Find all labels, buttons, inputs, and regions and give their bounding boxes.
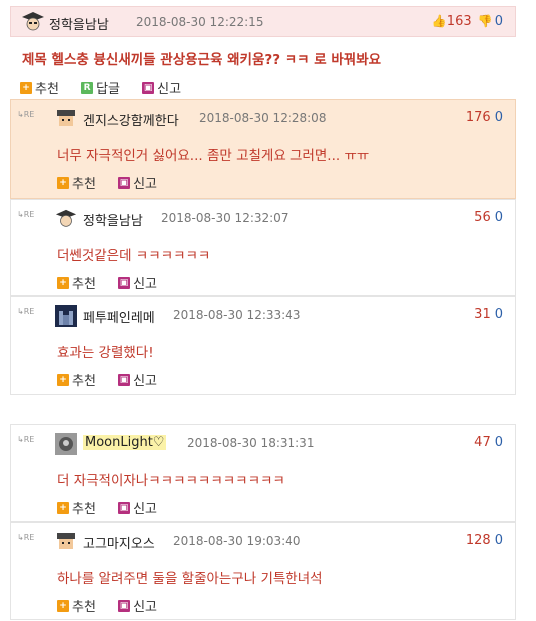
comment-score: 128 0 xyxy=(466,533,503,548)
plus-icon: + xyxy=(20,81,32,94)
comment-text: 너무 자극적인거 싫어요... 좀만 고칠게요 그러면... ㅠㅠ xyxy=(57,148,370,164)
thumb-down-icon[interactable]: 👎 xyxy=(478,14,493,28)
comment-actions: + 추천 ▣ 신고 xyxy=(57,173,175,192)
comment-upvotes: 128 xyxy=(465,533,491,548)
plus-icon: + xyxy=(57,276,69,289)
comment-text: 더 자극적이자나ㅋㅋㅋㅋㅋㅋㅋㅋㅋㅋㅋ xyxy=(57,473,285,489)
re-label: ↳RE xyxy=(17,307,35,316)
comment-downvotes: 0 xyxy=(494,110,503,125)
comment-author[interactable]: 겐지스강함께한다 xyxy=(83,110,179,129)
comment-downvotes: 0 xyxy=(494,533,503,548)
report-button[interactable]: ▣ 신고 xyxy=(118,173,157,192)
plus-icon: + xyxy=(57,599,69,612)
plus-icon: + xyxy=(57,176,69,189)
report-button[interactable]: ▣ 신고 xyxy=(118,596,157,615)
comment-downvotes: 0 xyxy=(494,210,503,225)
recommend-button[interactable]: + 추천 xyxy=(57,273,96,292)
report-button[interactable]: ▣ 신고 xyxy=(118,498,157,517)
photo-avatar-icon xyxy=(55,433,77,455)
comment-text: 더쎈것같은데 ㅋㅋㅋㅋㅋㅋ xyxy=(57,248,211,264)
post-author[interactable]: 정학을남남 xyxy=(49,14,109,33)
comment-date: 2018-08-30 12:33:43 xyxy=(173,308,301,322)
report-button[interactable]: ▣ 신고 xyxy=(118,273,157,292)
plus-icon: + xyxy=(57,373,69,386)
comment-date: 2018-08-30 19:03:40 xyxy=(173,534,301,548)
comment-author[interactable]: 페투페인레메 xyxy=(83,307,155,326)
report-icon: ▣ xyxy=(118,501,131,514)
graduate-avatar-icon xyxy=(55,209,77,227)
comment-downvotes: 0 xyxy=(494,435,503,450)
comment-item: ↳RE MoonLight♡ 2018-08-30 18:31:31 47 0 더… xyxy=(10,424,516,522)
report-icon: ▣ xyxy=(142,81,155,94)
comment-downvotes: 0 xyxy=(494,307,503,322)
comment-date: 2018-08-30 12:28:08 xyxy=(199,111,327,125)
report-icon: ▣ xyxy=(118,373,131,386)
pixel-avatar-icon xyxy=(57,110,75,126)
report-button[interactable]: ▣ 신고 xyxy=(118,370,157,389)
reply-icon: R xyxy=(81,81,94,94)
comment-upvotes: 56 xyxy=(474,210,491,225)
comment-score: 176 0 xyxy=(466,110,503,125)
recommend-button[interactable]: + 추천 xyxy=(57,498,96,517)
reply-button[interactable]: R 답글 xyxy=(81,78,120,97)
comment-item: ↳RE 겐지스강함께한다 2018-08-30 12:28:08 176 0 너무… xyxy=(10,99,516,199)
report-icon: ▣ xyxy=(118,276,131,289)
comment-score: 47 0 xyxy=(474,435,503,450)
comment-date: 2018-08-30 18:31:31 xyxy=(187,436,315,450)
comment-actions: + 추천 ▣ 신고 xyxy=(57,273,175,292)
comment-item: ↳RE 고그마지오스 2018-08-30 19:03:40 128 0 하나를 … xyxy=(10,522,516,620)
comment-author[interactable]: 정학을남남 xyxy=(83,210,143,229)
recommend-button[interactable]: + 추천 xyxy=(20,78,59,97)
comment-upvotes: 31 xyxy=(474,307,491,322)
comment-upvotes: 176 xyxy=(465,110,491,125)
re-label: ↳RE xyxy=(17,110,35,119)
recommend-button[interactable]: + 추천 xyxy=(57,173,96,192)
comment-author[interactable]: 고그마지오스 xyxy=(83,533,155,552)
report-icon: ▣ xyxy=(118,599,131,612)
report-button[interactable]: ▣ 신고 xyxy=(142,78,181,97)
post-date: 2018-08-30 12:22:15 xyxy=(136,15,264,29)
comment-date: 2018-08-30 12:32:07 xyxy=(161,211,289,225)
post-actions: + 추천 R 답글 ▣ 신고 xyxy=(20,78,199,97)
comment-text: 하나를 알려주면 둘을 할줄아는구나 기특한녀석 xyxy=(57,571,323,587)
comment-actions: + 추천 ▣ 신고 xyxy=(57,370,175,389)
comment-score: 31 0 xyxy=(474,307,503,322)
re-label: ↳RE xyxy=(17,210,35,219)
castle-avatar-icon xyxy=(55,305,77,327)
comment-item: ↳RE 페투페인레메 2018-08-30 12:33:43 31 0 효과는 강… xyxy=(10,296,516,395)
comment-actions: + 추천 ▣ 신고 xyxy=(57,596,175,615)
re-label: ↳RE xyxy=(17,533,35,542)
recommend-button[interactable]: + 추천 xyxy=(57,370,96,389)
comment-actions: + 추천 ▣ 신고 xyxy=(57,498,175,517)
comment-item: ↳RE 정학을남남 2018-08-30 12:32:07 56 0 더쎈것같은데… xyxy=(10,199,516,296)
post-header: 정학을남남 2018-08-30 12:22:15 👍163 👎 0 xyxy=(10,6,516,37)
report-icon: ▣ xyxy=(118,176,131,189)
recommend-button[interactable]: + 추천 xyxy=(57,596,96,615)
graduate-avatar-icon xyxy=(22,12,44,31)
comment-upvotes: 47 xyxy=(474,435,491,450)
plus-icon: + xyxy=(57,501,69,514)
post-upvotes: 163 xyxy=(446,14,472,29)
comment-text: 효과는 강렬했다! xyxy=(57,345,154,361)
post-downvotes: 0 xyxy=(494,14,503,29)
post-votes: 👍163 👎 0 xyxy=(432,14,503,29)
post-title: 제목 헬스충 븅신새끼들 관상용근육 왜키움?? ㅋㅋ 로 바꿔봐요 xyxy=(22,52,382,68)
thumb-up-icon[interactable]: 👍 xyxy=(432,14,447,28)
comment-author[interactable]: MoonLight♡ xyxy=(83,435,167,450)
comment-score: 56 0 xyxy=(474,210,503,225)
pixel-avatar-icon xyxy=(57,533,75,549)
re-label: ↳RE xyxy=(17,435,35,444)
